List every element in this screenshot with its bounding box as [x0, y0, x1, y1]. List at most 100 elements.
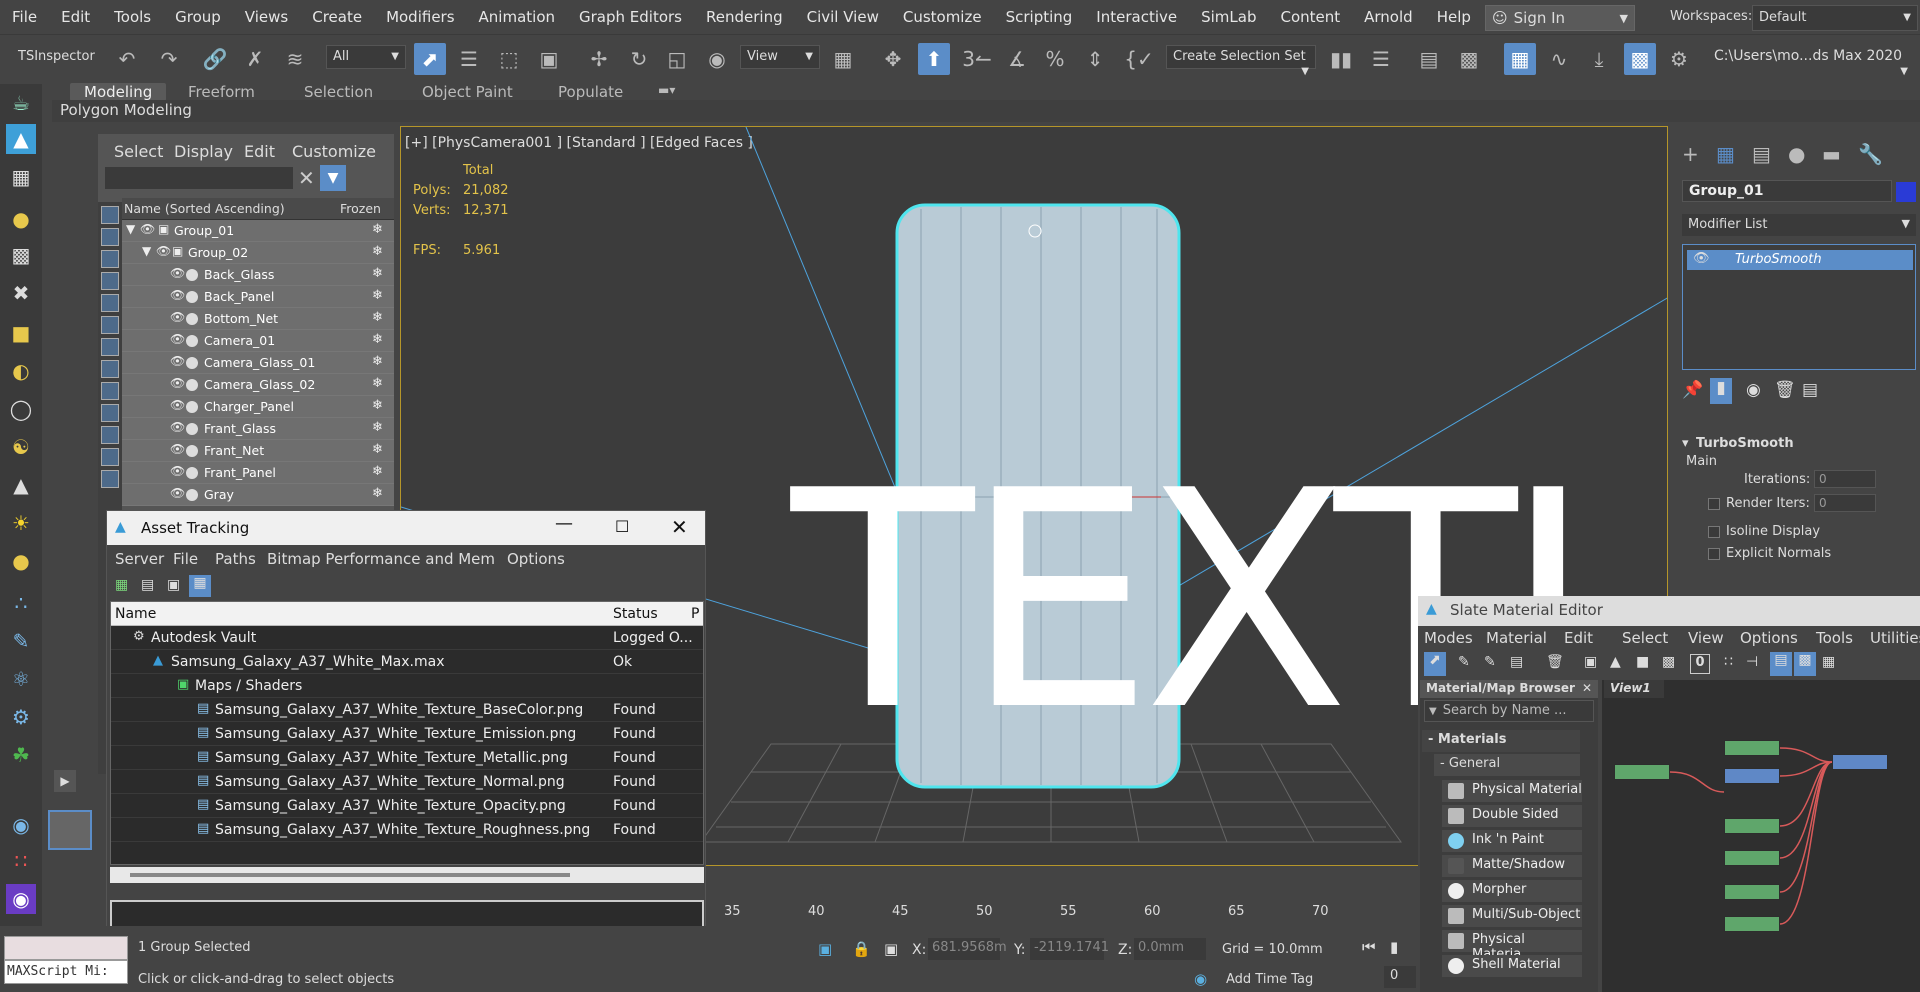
menu-tools[interactable]: Tools — [102, 0, 163, 34]
material-editor-icon[interactable]: ▩ — [1624, 43, 1656, 75]
helper-icon[interactable]: ✖ — [6, 278, 36, 308]
utilities-tab-icon[interactable]: 🔧 — [1858, 142, 1883, 166]
material-node[interactable] — [1832, 754, 1888, 770]
materials-section-header[interactable]: - Materials — [1422, 730, 1580, 752]
select-by-material-icon[interactable]: ▦ — [1822, 654, 1835, 670]
scene-explorer-toggle-icon[interactable]: ▤ — [1414, 43, 1444, 75]
filter-helpers-icon[interactable] — [101, 294, 119, 312]
scene-search-input[interactable] — [104, 166, 294, 190]
asset-menu-file[interactable]: File — [173, 550, 198, 568]
asset-menu-bitmap[interactable]: Bitmap Performance and Mem — [267, 550, 495, 568]
asset-row[interactable]: ▤ Samsung_Galaxy_A37_White_Texture_BaseCo… — [111, 698, 703, 722]
browser-toggle-icon[interactable]: ▤ — [1770, 652, 1792, 676]
hierarchy-tab-icon[interactable]: ▤ — [1752, 142, 1771, 166]
trash-icon[interactable]: 🗑 — [1774, 380, 1796, 400]
keyboard-shortcut-override-icon[interactable]: ⬆ — [918, 43, 950, 75]
menu-modifiers[interactable]: Modifiers — [374, 0, 466, 34]
light-icon[interactable]: ● — [6, 204, 36, 234]
asset-row[interactable]: ▤ Samsung_Galaxy_A37_White_Texture_Emissi… — [111, 722, 703, 746]
eye-icon[interactable]: 👁 — [170, 310, 185, 324]
modifier-stack-item[interactable]: TurboSmooth — [1687, 250, 1913, 270]
gear-icon[interactable]: ⚙ — [6, 702, 36, 732]
angle-snap-icon[interactable]: ∡ — [1000, 43, 1034, 75]
menu-group[interactable]: Group — [163, 0, 233, 34]
background-icon[interactable]: ▩ — [1662, 654, 1675, 670]
menu-rendering[interactable]: Rendering — [694, 0, 795, 34]
delete-icon[interactable]: 🗑 — [1546, 654, 1564, 670]
isolate-selection-icon[interactable]: ▣ — [818, 940, 832, 958]
menu-civil-view[interactable]: Civil View — [795, 0, 891, 34]
add-time-tag[interactable]: Add Time Tag — [1226, 972, 1313, 987]
select-manipulate-icon[interactable]: ✥ — [878, 43, 908, 75]
asset-menu-server[interactable]: Server — [115, 550, 164, 568]
time-slider-ruler[interactable]: 35 40 45 50 55 60 65 70 — [706, 896, 1414, 926]
menu-file[interactable]: File — [0, 0, 49, 34]
teapot-icon[interactable]: ☕ — [6, 88, 36, 118]
snowflake-icon[interactable]: ❄ — [372, 244, 383, 259]
eye-icon[interactable]: 👁 — [170, 332, 185, 346]
z-coord-field[interactable]: 0.0mm — [1134, 938, 1206, 960]
go-to-start-icon[interactable]: ⏮ — [1362, 938, 1376, 956]
curve-editor-icon[interactable]: ∿ — [1544, 43, 1574, 75]
rollout-title[interactable]: TurboSmooth — [1696, 436, 1794, 451]
select-object-icon[interactable]: ⬈ — [414, 43, 446, 75]
snowflake-icon[interactable]: ❄ — [372, 332, 383, 347]
material-search-input[interactable]: ▼ Search by Name ... — [1424, 700, 1594, 722]
slate-view-area[interactable]: View1 — [1602, 680, 1920, 992]
make-unique-icon[interactable]: ◉ — [1746, 380, 1761, 400]
menu-scripting[interactable]: Scripting — [994, 0, 1085, 34]
menu-graph-editors[interactable]: Graph Editors — [567, 0, 694, 34]
asset-menu-options[interactable]: Options — [507, 550, 565, 568]
eye-icon[interactable]: 👁 — [170, 398, 185, 412]
slate-menu-utilities[interactable]: Utilities — [1870, 629, 1920, 647]
modifier-list-dropdown[interactable]: Modifier List ▼ — [1682, 214, 1916, 236]
rig-icon[interactable]: ⚛ — [6, 664, 36, 694]
percent-snap-icon[interactable]: % — [1040, 43, 1070, 75]
list-icon[interactable]: ▤ — [141, 577, 154, 593]
slate-menu-select[interactable]: Select — [1622, 629, 1668, 647]
reference-coord-dropdown[interactable]: View ▼ — [740, 45, 820, 69]
layer-explorer-icon[interactable]: ▩ — [1454, 43, 1484, 75]
snaps-toggle-icon[interactable]: 3↼ — [960, 43, 994, 75]
eye-icon[interactable]: 👁 — [156, 244, 171, 258]
app-icon[interactable]: ◉ — [6, 884, 36, 914]
asset-row[interactable]: ⚙ Autodesk Vault Logged O... — [111, 626, 703, 650]
scene-row[interactable]: ▼ 👁 ▣ Group_01 ❄ — [122, 220, 394, 242]
table-view-icon[interactable]: ▦ — [189, 575, 211, 597]
menu-views[interactable]: Views — [233, 0, 300, 34]
select-by-name-icon[interactable]: ☰ — [454, 43, 484, 75]
move-icon[interactable]: ✢ — [584, 43, 614, 75]
rectangular-selection-icon[interactable]: ⬚ — [494, 43, 524, 75]
expand-icon[interactable]: ▼ — [126, 222, 135, 236]
y-coord-field[interactable]: -2119.1741 — [1030, 938, 1109, 960]
display-tab-icon[interactable]: ▬ — [1822, 142, 1841, 166]
eye-icon[interactable]: 👁 — [170, 486, 185, 500]
scene-menu-display[interactable]: Display — [174, 142, 233, 161]
bind-space-warp-icon[interactable]: ≋ — [280, 43, 310, 75]
normal-bump-node[interactable] — [1724, 768, 1780, 784]
slate-menu-tools[interactable]: Tools — [1816, 629, 1853, 647]
bitmap-node[interactable] — [1724, 884, 1780, 900]
eye-icon[interactable]: 👁 — [170, 442, 185, 456]
motion-tab-icon[interactable]: ● — [1788, 142, 1805, 166]
create-tab-icon[interactable]: + — [1682, 142, 1699, 166]
show-shaded-icon[interactable]: ■ — [1636, 654, 1649, 670]
filter-hidden-icon[interactable] — [101, 448, 119, 466]
bitmap-node[interactable] — [1614, 764, 1670, 780]
expand-icon[interactable]: ▼ — [142, 244, 151, 258]
slate-menu-material[interactable]: Material — [1486, 629, 1547, 647]
minimize-icon[interactable]: — — [555, 513, 573, 534]
scene-row[interactable]: 👁 Gray ❄ — [122, 484, 394, 506]
scene-row[interactable]: 👁 Frant_Net ❄ — [122, 440, 394, 462]
header-frozen[interactable]: Frozen — [340, 201, 381, 216]
horizontal-scrollbar[interactable] — [110, 867, 704, 883]
sun-icon[interactable]: ☀ — [6, 508, 36, 538]
snowflake-icon[interactable]: ❄ — [372, 464, 383, 479]
ribbon-toggle-icon[interactable]: ▦ — [1504, 43, 1536, 75]
scene-row[interactable]: 👁 Frant_Glass ❄ — [122, 418, 394, 440]
col-extra-header[interactable]: P — [691, 606, 699, 622]
filter-cameras-icon[interactable] — [101, 272, 119, 290]
eyedropper-icon[interactable]: ✎ — [1484, 654, 1496, 670]
create-selection-set-dropdown[interactable]: Create Selection Set ▼ — [1166, 45, 1316, 77]
snowflake-icon[interactable]: ❄ — [372, 486, 383, 501]
